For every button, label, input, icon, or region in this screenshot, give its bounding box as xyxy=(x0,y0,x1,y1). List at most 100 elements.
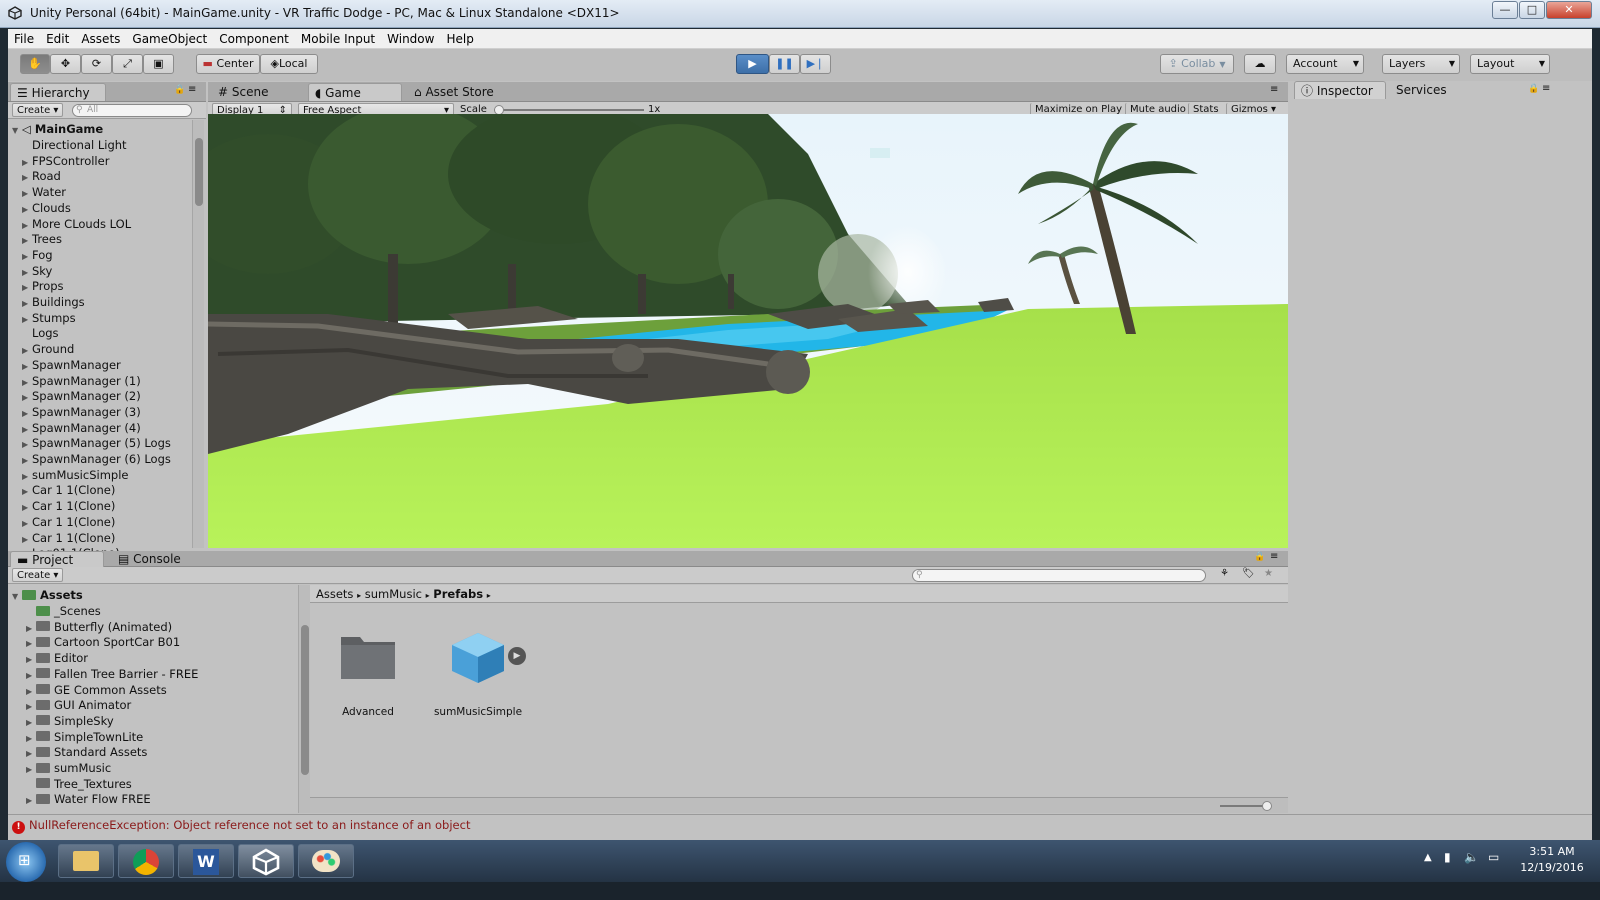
menu-assets[interactable]: Assets xyxy=(75,29,126,49)
project-folder[interactable]: ▶ sumMusic xyxy=(26,760,111,776)
hierarchy-item[interactable]: ▶ Clouds xyxy=(22,200,71,216)
hierarchy-item[interactable]: ▶ SpawnManager (6) Logs xyxy=(22,451,171,467)
hierarchy-item[interactable]: ▶ SpawnManager xyxy=(22,357,121,373)
project-folder[interactable]: ▶ GE Common Assets xyxy=(26,682,167,698)
panel-menu-icon[interactable]: ≡ xyxy=(1542,83,1550,94)
expand-prefab-icon[interactable]: ▶ xyxy=(508,647,526,665)
hierarchy-item[interactable]: ▶ Road xyxy=(22,168,61,184)
filter-label-icon[interactable]: 🏷 xyxy=(1242,568,1255,579)
taskbar-paint[interactable] xyxy=(298,844,354,878)
hierarchy-item[interactable]: ▶ Ground xyxy=(22,341,74,357)
scroll-thumb[interactable] xyxy=(301,625,309,775)
taskbar-explorer[interactable] xyxy=(58,844,114,878)
game-viewport[interactable] xyxy=(208,114,1288,548)
hierarchy-item[interactable]: ▶ Car 1 1(Clone) xyxy=(22,482,115,498)
play-button[interactable]: ▶ xyxy=(736,54,769,74)
project-folder[interactable]: ▶ Water Flow FREE xyxy=(26,791,151,807)
menu-mobile-input[interactable]: Mobile Input xyxy=(295,29,381,49)
project-folder[interactable]: ▶ Fallen Tree Barrier - FREE xyxy=(26,666,198,682)
tab-hierarchy[interactable]: ☰ Hierarchy xyxy=(10,83,106,101)
asset-item-advanced[interactable]: Advanced xyxy=(328,633,408,718)
project-tree-scrollbar[interactable] xyxy=(298,585,310,813)
project-create-button[interactable]: Create ▾ xyxy=(12,568,64,582)
account-dropdown[interactable]: Account ▼ xyxy=(1286,54,1364,74)
project-folder[interactable]: ▶ SimpleSky xyxy=(26,713,114,729)
favorite-star-icon[interactable]: ★ xyxy=(1264,568,1273,579)
assets-root[interactable]: ▼ Assets xyxy=(12,587,83,603)
hierarchy-create-button[interactable]: Create ▾ xyxy=(12,103,64,117)
hierarchy-item[interactable]: ▶ SpawnManager (3) xyxy=(22,404,141,420)
tab-scene[interactable]: # Scene xyxy=(212,83,274,101)
clock[interactable]: 3:51 AM 12/19/2016 xyxy=(1512,844,1592,876)
menu-window[interactable]: Window xyxy=(381,29,440,49)
hierarchy-item[interactable]: ▶ FPSController xyxy=(22,153,109,169)
hierarchy-item[interactable]: ▶ Sky xyxy=(22,263,52,279)
lock-icon[interactable]: 🔒 xyxy=(174,85,185,95)
hierarchy-item[interactable]: ▶ More CLouds LOL xyxy=(22,216,131,232)
icon-size-slider[interactable] xyxy=(1220,801,1272,811)
menu-component[interactable]: Component xyxy=(213,29,295,49)
panel-menu-icon[interactable]: ≡ xyxy=(188,84,196,95)
expand-right-icon[interactable]: ▶ xyxy=(26,793,36,809)
hierarchy-item[interactable]: ▶ Water xyxy=(22,184,66,200)
network-icon[interactable]: ▮ xyxy=(1444,850,1451,864)
close-button[interactable]: ✕ xyxy=(1546,1,1592,19)
layout-dropdown[interactable]: Layout ▼ xyxy=(1470,54,1550,74)
menu-edit[interactable]: Edit xyxy=(40,29,75,49)
icon-size-handle[interactable] xyxy=(1262,801,1272,811)
cloud-button[interactable]: ☁ xyxy=(1244,54,1276,74)
hierarchy-item[interactable]: ▶ SpawnManager (5) Logs xyxy=(22,435,171,451)
status-bar[interactable]: ! NullReferenceException: Object referenc… xyxy=(8,814,1592,834)
layers-dropdown[interactable]: Layers ▼ xyxy=(1382,54,1460,74)
hierarchy-item[interactable]: ▶ SpawnManager (1) xyxy=(22,373,141,389)
filter-type-icon[interactable]: ⚘ xyxy=(1220,568,1229,579)
rect-tool-button[interactable]: ▣ xyxy=(143,54,174,74)
project-folder[interactable]: ▶ SimpleTownLite xyxy=(26,729,143,745)
rotate-tool-button[interactable]: ⟳ xyxy=(81,54,112,74)
project-folder[interactable]: ▶ Editor xyxy=(26,650,88,666)
move-tool-button[interactable]: ✥ xyxy=(50,54,81,74)
project-folder[interactable]: ▶ Butterfly (Animated) xyxy=(26,619,172,635)
tab-game[interactable]: ◖ Game xyxy=(308,83,402,101)
project-folder[interactable]: ▶ GUI Animator xyxy=(26,697,131,713)
asset-item-summusicsimple[interactable]: ▶ sumMusicSimple xyxy=(428,629,528,718)
tray-expand-icon[interactable]: ▲ xyxy=(1424,852,1432,863)
pause-button[interactable]: ❚❚ xyxy=(769,54,800,74)
pivot-center-toggle[interactable]: ▬ Center xyxy=(196,54,260,74)
menu-help[interactable]: Help xyxy=(440,29,479,49)
breadcrumb-summusic[interactable]: sumMusic xyxy=(365,587,422,601)
tab-inspector[interactable]: ⓘ Inspector xyxy=(1294,81,1386,99)
project-search-input[interactable]: ⚲ xyxy=(912,569,1206,582)
hierarchy-item[interactable]: ▶ Props xyxy=(22,278,64,294)
hierarchy-item[interactable]: ▶ SpawnManager (2) xyxy=(22,388,141,404)
tab-services[interactable]: Services xyxy=(1390,81,1453,99)
hierarchy-item[interactable]: ▶ Fog xyxy=(22,247,53,263)
taskbar-chrome[interactable] xyxy=(118,844,174,878)
lock-icon[interactable]: 🔒 xyxy=(1528,84,1539,94)
breadcrumb-prefabs[interactable]: Prefabs xyxy=(433,587,483,601)
lock-icon[interactable]: 🔒 xyxy=(1254,552,1265,562)
hand-tool-button[interactable]: ✋ xyxy=(20,54,50,74)
taskbar-word[interactable]: W xyxy=(178,844,234,878)
hierarchy-item[interactable]: ▶ Car 1 1(Clone) xyxy=(22,530,115,546)
hierarchy-item[interactable]: ▶ Car 1 1(Clone) xyxy=(22,514,115,530)
hierarchy-item[interactable]: ▶ Buildings xyxy=(22,294,85,310)
hierarchy-item[interactable]: Logs xyxy=(22,325,59,341)
tab-asset-store[interactable]: ⌂ Asset Store xyxy=(408,83,500,101)
collab-dropdown[interactable]: ⇪ Collab ▼ xyxy=(1160,54,1234,74)
hierarchy-search-input[interactable]: ⚲ All xyxy=(72,104,192,117)
hierarchy-scrollbar[interactable] xyxy=(192,120,204,548)
minimize-button[interactable]: — xyxy=(1492,1,1518,19)
scale-tool-button[interactable]: ⤢ xyxy=(112,54,143,74)
panel-menu-icon[interactable]: ≡ xyxy=(1270,84,1278,95)
hierarchy-item[interactable]: ▶ Stumps xyxy=(22,310,76,326)
maximize-button[interactable]: □ xyxy=(1519,1,1545,19)
scale-slider[interactable] xyxy=(494,105,644,115)
hierarchy-item[interactable]: ▶ Car 1 1(Clone) xyxy=(22,498,115,514)
panel-menu-icon[interactable]: ≡ xyxy=(1270,551,1278,562)
hierarchy-item[interactable]: Directional Light xyxy=(22,137,127,153)
hierarchy-item[interactable]: ▶ Trees xyxy=(22,231,62,247)
space-local-toggle[interactable]: ◈Local xyxy=(260,54,318,74)
taskbar-unity[interactable] xyxy=(238,844,294,878)
breadcrumb-assets[interactable]: Assets xyxy=(316,587,353,601)
